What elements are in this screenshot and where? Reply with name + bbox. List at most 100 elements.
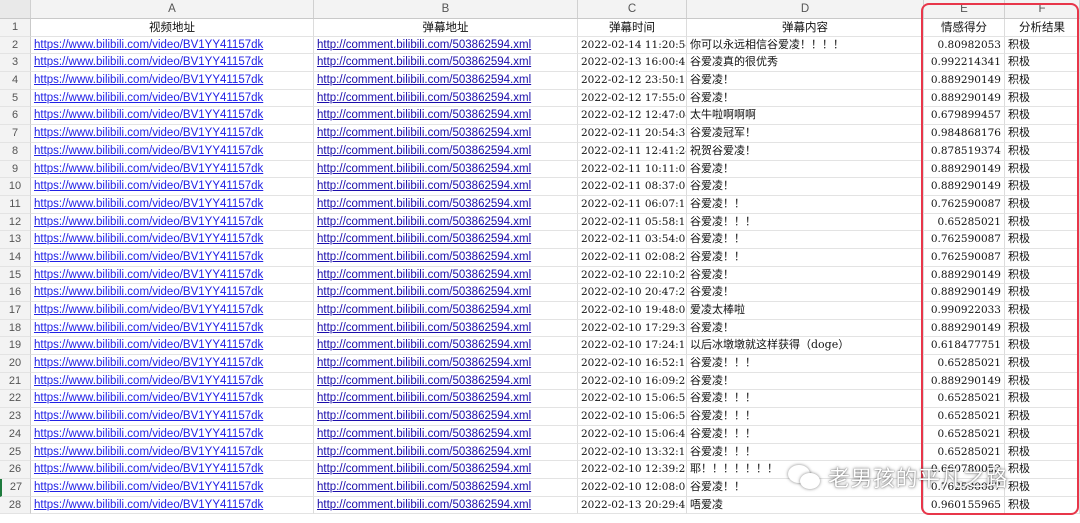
cell-video-url[interactable]: https://www.bilibili.com/video/BV1YY4115… — [31, 408, 314, 426]
cell-danmaku-time[interactable]: 2022-02-11 08:37:09 — [578, 178, 687, 196]
cell-analysis-result[interactable]: 积极 — [1005, 54, 1080, 73]
cell-danmaku-content[interactable]: 耶！！！！！！！ — [687, 461, 924, 479]
row-number[interactable]: 10 — [0, 178, 31, 196]
row-number[interactable]: 26 — [0, 461, 31, 479]
cell-analysis-result[interactable]: 积极 — [1005, 231, 1080, 249]
row-number[interactable]: 8 — [0, 142, 31, 161]
cell-danmaku-content[interactable]: 谷爱凌！！！ — [687, 425, 924, 444]
cell-analysis-result[interactable]: 积极 — [1005, 142, 1080, 161]
cell-video-url[interactable]: https://www.bilibili.com/video/BV1YY4115… — [31, 496, 314, 515]
cell-danmaku-url[interactable]: http://comment.bilibili.com/503862594.xm… — [314, 125, 578, 143]
row-number[interactable]: 17 — [0, 302, 31, 320]
cell-danmaku-url[interactable]: http://comment.bilibili.com/503862594.xm… — [314, 302, 578, 320]
cell-video-url[interactable]: https://www.bilibili.com/video/BV1YY4115… — [31, 302, 314, 320]
cell-danmaku-url[interactable]: http://comment.bilibili.com/503862594.xm… — [314, 496, 578, 515]
cell-danmaku-time[interactable]: 2022-02-12 23:50:18 — [578, 72, 687, 90]
cell-danmaku-time[interactable]: 2022-02-13 16:00:48 — [578, 54, 687, 73]
cell-sentiment-score[interactable]: 0.762590087 — [924, 231, 1005, 249]
cell-sentiment-score[interactable]: 0.65285021 — [924, 408, 1005, 426]
cell-danmaku-content[interactable]: 谷爱凌真的很优秀 — [687, 54, 924, 73]
cell-video-url[interactable]: https://www.bilibili.com/video/BV1YY4115… — [31, 195, 314, 214]
cell-danmaku-url[interactable]: http://comment.bilibili.com/503862594.xm… — [314, 160, 578, 179]
cell-danmaku-time[interactable]: 2022-02-10 12:39:26 — [578, 461, 687, 479]
cell-video-url[interactable]: https://www.bilibili.com/video/BV1YY4115… — [31, 337, 314, 356]
cell-danmaku-url[interactable]: http://comment.bilibili.com/503862594.xm… — [314, 478, 578, 497]
cell-analysis-result[interactable]: 积极 — [1005, 160, 1080, 179]
cell-analysis-result[interactable]: 积极 — [1005, 213, 1080, 232]
cell-sentiment-score[interactable]: 0.889290149 — [924, 372, 1005, 391]
cell-sentiment-score[interactable]: 0.889290149 — [924, 72, 1005, 90]
cell-analysis-result[interactable]: 积极 — [1005, 178, 1080, 196]
cell-sentiment-score[interactable]: 0.679899457 — [924, 107, 1005, 126]
cell-sentiment-score[interactable]: 0.65285021 — [924, 443, 1005, 462]
cell-danmaku-time[interactable]: 2022-02-10 15:06:50 — [578, 408, 687, 426]
cell-danmaku-url[interactable]: http://comment.bilibili.com/503862594.xm… — [314, 231, 578, 249]
cell-video-url[interactable]: https://www.bilibili.com/video/BV1YY4115… — [31, 355, 314, 373]
cell-video-url[interactable]: https://www.bilibili.com/video/BV1YY4115… — [31, 461, 314, 479]
cell-danmaku-content[interactable]: 谷爱凌！！！ — [687, 443, 924, 462]
row-number[interactable]: 13 — [0, 231, 31, 249]
cell-sentiment-score[interactable]: 0.660780053 — [924, 461, 1005, 479]
cell-analysis-result[interactable]: 积极 — [1005, 107, 1080, 126]
cell-sentiment-score[interactable]: 0.990922033 — [924, 302, 1005, 320]
cell-danmaku-time[interactable]: 2022-02-12 17:55:03 — [578, 89, 687, 108]
cell-header-danmaku-content[interactable]: 弹幕内容 — [687, 19, 924, 37]
cell-analysis-result[interactable]: 积极 — [1005, 125, 1080, 143]
cell-danmaku-content[interactable]: 谷爱凌！ — [687, 89, 924, 108]
cell-danmaku-content[interactable]: 谷爱凌！ — [687, 160, 924, 179]
column-header-c[interactable]: C — [578, 0, 687, 18]
cell-analysis-result[interactable]: 积极 — [1005, 319, 1080, 338]
cell-sentiment-score[interactable]: 0.889290149 — [924, 284, 1005, 302]
cell-sentiment-score[interactable]: 0.889290149 — [924, 266, 1005, 285]
cell-danmaku-url[interactable]: http://comment.bilibili.com/503862594.xm… — [314, 178, 578, 196]
cell-danmaku-url[interactable]: http://comment.bilibili.com/503862594.xm… — [314, 425, 578, 444]
cell-analysis-result[interactable]: 积极 — [1005, 266, 1080, 285]
cell-danmaku-time[interactable]: 2022-02-10 22:10:27 — [578, 266, 687, 285]
cell-video-url[interactable]: https://www.bilibili.com/video/BV1YY4115… — [31, 231, 314, 249]
cell-sentiment-score[interactable]: 0.878519374 — [924, 142, 1005, 161]
cell-danmaku-time[interactable]: 2022-02-11 06:07:18 — [578, 195, 687, 214]
cell-danmaku-url[interactable]: http://comment.bilibili.com/503862594.xm… — [314, 319, 578, 338]
cell-danmaku-content[interactable]: 谷爱凌！ — [687, 178, 924, 196]
cell-danmaku-url[interactable]: http://comment.bilibili.com/503862594.xm… — [314, 355, 578, 373]
cell-video-url[interactable]: https://www.bilibili.com/video/BV1YY4115… — [31, 319, 314, 338]
cell-header-video-url[interactable]: 视频地址 — [31, 19, 314, 37]
cell-video-url[interactable]: https://www.bilibili.com/video/BV1YY4115… — [31, 266, 314, 285]
column-header-d[interactable]: D — [687, 0, 924, 18]
cell-danmaku-time[interactable]: 2022-02-11 02:08:29 — [578, 248, 687, 267]
cell-danmaku-time[interactable]: 2022-02-10 13:32:16 — [578, 443, 687, 462]
cell-danmaku-content[interactable]: 谷爱凌！ — [687, 372, 924, 391]
cell-danmaku-content[interactable]: 谷爱凌！！！ — [687, 355, 924, 373]
row-number[interactable]: 12 — [0, 213, 31, 232]
cell-danmaku-content[interactable]: 以后冰墩墩就这样获得（doge） — [687, 337, 924, 356]
cell-danmaku-url[interactable]: http://comment.bilibili.com/503862594.xm… — [314, 372, 578, 391]
cell-sentiment-score[interactable]: 0.762590087 — [924, 195, 1005, 214]
cell-danmaku-content[interactable]: 谷爱凌！ — [687, 284, 924, 302]
row-number[interactable]: 22 — [0, 390, 31, 409]
cell-danmaku-time[interactable]: 2022-02-14 11:20:54 — [578, 36, 687, 55]
cell-danmaku-content[interactable]: 谷爱凌！！ — [687, 248, 924, 267]
cell-danmaku-url[interactable]: http://comment.bilibili.com/503862594.xm… — [314, 248, 578, 267]
cell-analysis-result[interactable]: 积极 — [1005, 355, 1080, 373]
row-number[interactable]: 23 — [0, 408, 31, 426]
cell-danmaku-content[interactable]: 谷爱凌！！！ — [687, 213, 924, 232]
cell-header-analysis-result[interactable]: 分析结果 — [1005, 19, 1080, 37]
cell-video-url[interactable]: https://www.bilibili.com/video/BV1YY4115… — [31, 425, 314, 444]
row-number[interactable]: 25 — [0, 443, 31, 462]
cell-video-url[interactable]: https://www.bilibili.com/video/BV1YY4115… — [31, 107, 314, 126]
cell-danmaku-url[interactable]: http://comment.bilibili.com/503862594.xm… — [314, 213, 578, 232]
cell-video-url[interactable]: https://www.bilibili.com/video/BV1YY4115… — [31, 248, 314, 267]
column-header-b[interactable]: B — [314, 0, 578, 18]
cell-sentiment-score[interactable]: 0.889290149 — [924, 160, 1005, 179]
row-number[interactable]: 21 — [0, 372, 31, 391]
row-number[interactable]: 1 — [0, 19, 31, 37]
cell-analysis-result[interactable]: 积极 — [1005, 443, 1080, 462]
select-all-corner[interactable] — [0, 0, 31, 18]
cell-danmaku-url[interactable]: http://comment.bilibili.com/503862594.xm… — [314, 337, 578, 356]
cell-video-url[interactable]: https://www.bilibili.com/video/BV1YY4115… — [31, 478, 314, 497]
cell-analysis-result[interactable]: 积极 — [1005, 478, 1080, 497]
cell-danmaku-url[interactable]: http://comment.bilibili.com/503862594.xm… — [314, 443, 578, 462]
cell-danmaku-time[interactable]: 2022-02-10 19:48:08 — [578, 302, 687, 320]
row-number[interactable]: 2 — [0, 36, 31, 55]
cell-danmaku-url[interactable]: http://comment.bilibili.com/503862594.xm… — [314, 89, 578, 108]
